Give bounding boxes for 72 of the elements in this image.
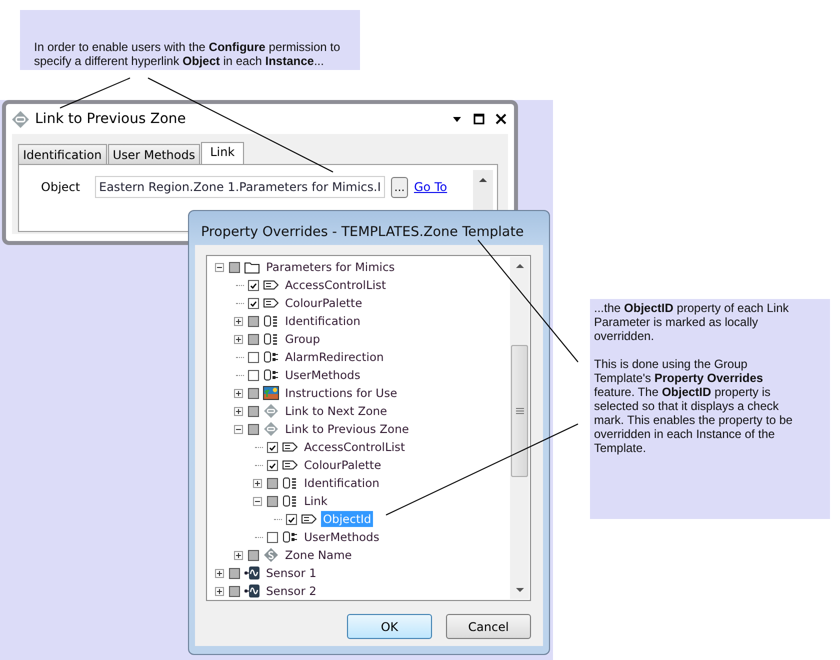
field-label: Object [41, 180, 82, 194]
list-icon [263, 313, 279, 329]
tree-item[interactable]: Group [283, 331, 322, 347]
ok-button[interactable]: OK [347, 614, 432, 639]
tree-item[interactable]: AccessControlList [302, 439, 408, 455]
tree-item[interactable]: UserMethods [302, 529, 382, 545]
window-title: Link to Previous Zone [35, 111, 186, 127]
tree-item[interactable]: UserMethods [283, 367, 362, 383]
tree-item[interactable]: Link [302, 493, 330, 509]
scrollbar[interactable] [510, 257, 529, 599]
scroll-up-icon[interactable] [478, 176, 488, 184]
leader-line [60, 78, 130, 108]
expand-icon[interactable] [252, 478, 262, 488]
tree-item[interactable]: Sensor 2 [264, 583, 318, 599]
link-icon [12, 110, 29, 128]
expand-icon[interactable] [234, 334, 242, 344]
tab[interactable]: Link [201, 142, 244, 165]
tree-item[interactable]: Link to Previous Zone [283, 421, 411, 437]
object-field[interactable]: Eastern Region.Zone 1.Parameters for Mimics.I [95, 176, 385, 198]
tree-item[interactable]: ColourPalette [302, 457, 384, 473]
callout-text: In order to enable users with the Configure permission to specify a different hyperlink Object in each Instance... [34, 40, 342, 68]
expand-icon[interactable] [234, 316, 242, 326]
scroll-down-icon[interactable] [514, 586, 524, 594]
checkbox[interactable] [267, 532, 278, 542]
tree-item[interactable]: Parameters for Mimics [264, 259, 397, 275]
list-icon [282, 475, 298, 491]
checkbox[interactable] [286, 514, 297, 524]
tree-item[interactable]: Identification [302, 475, 382, 491]
methods-icon [263, 367, 279, 383]
expand-icon[interactable] [234, 550, 242, 560]
tab[interactable]: User Methods [108, 144, 200, 164]
checkbox[interactable] [267, 442, 278, 452]
methods-icon [282, 529, 298, 545]
expand-icon[interactable] [214, 568, 224, 578]
checkbox[interactable] [248, 352, 259, 362]
callout-paragraph: This is done using the Group Template's Property Overrides feature. The ObjectID property is selected so that it displays a check mark. This enables the property to be overridden in each Instance of the Template. [594, 357, 794, 455]
sensor-icon [244, 565, 260, 581]
tree-item[interactable]: AlarmRedirection [283, 349, 386, 365]
collapse-icon[interactable] [252, 496, 262, 506]
collapse-icon[interactable] [234, 424, 242, 434]
collapse-icon[interactable] [214, 262, 224, 272]
close-icon[interactable] [494, 112, 508, 126]
tree-item[interactable]: Sensor 1 [264, 565, 318, 581]
tree-item[interactable]: ColourPalette [283, 295, 364, 311]
checkbox[interactable] [248, 370, 259, 380]
callout-paragraph: ...the ObjectID property of each Link Parameter is marked as locally overridden. [594, 301, 790, 343]
checkbox[interactable] [267, 460, 278, 470]
checkbox[interactable] [248, 280, 259, 290]
cancel-button[interactable]: Cancel [446, 614, 531, 639]
tree-item[interactable]: Link to Next Zone [283, 403, 390, 419]
scroll-thumb[interactable] [511, 345, 528, 477]
tree-item[interactable]: Identification [283, 313, 362, 329]
methods-icon [263, 349, 279, 365]
picture-icon [263, 385, 279, 401]
expand-icon[interactable] [234, 388, 242, 398]
tree-item[interactable]: AccessControlList [283, 277, 388, 293]
tree-item[interactable]: Instructions for Use [283, 385, 400, 401]
dialog-title: Property Overrides - TEMPLATES.Zone Template [200, 223, 525, 242]
tab[interactable]: Identification [18, 144, 107, 164]
maximize-icon[interactable] [472, 112, 486, 126]
tree-item[interactable]: Zone Name [283, 547, 354, 563]
string-icon [263, 547, 279, 563]
scroll-up-icon[interactable] [514, 262, 524, 270]
list-icon [282, 493, 298, 509]
go-to-link[interactable]: Go To [414, 180, 448, 194]
expand-icon[interactable] [234, 406, 242, 416]
expand-icon[interactable] [214, 586, 224, 596]
checkbox[interactable] [248, 298, 259, 308]
link-icon [263, 421, 279, 437]
link-icon [263, 403, 279, 419]
browse-button[interactable]: ... [391, 176, 408, 198]
list-icon [263, 331, 279, 347]
